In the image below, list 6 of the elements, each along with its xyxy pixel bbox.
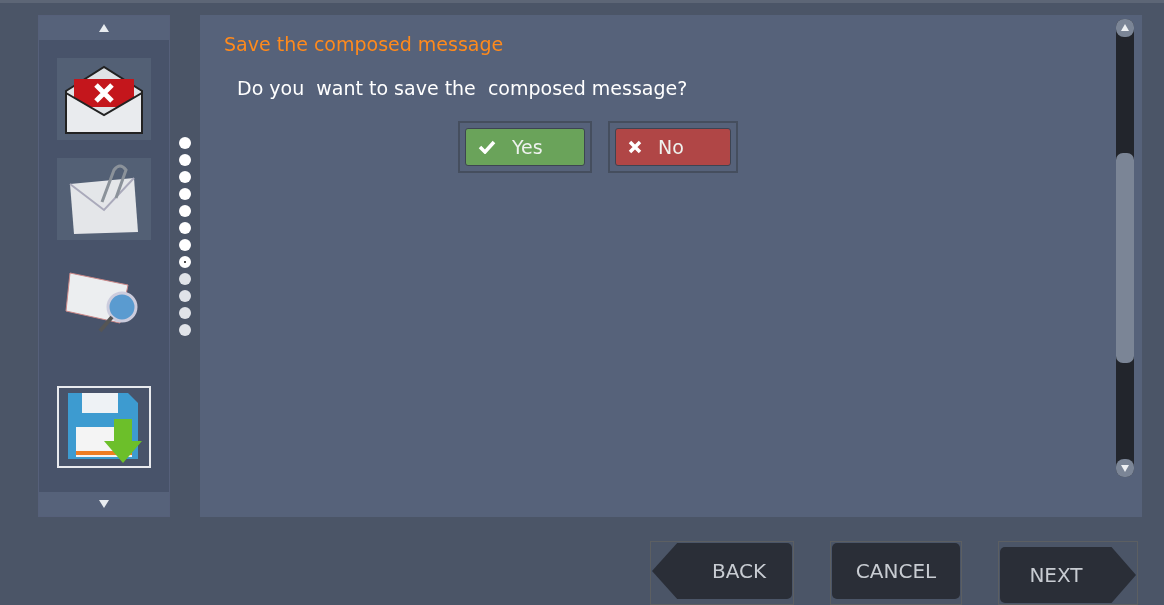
back-button[interactable]: BACK — [652, 543, 792, 599]
no-button[interactable]: No — [615, 128, 731, 166]
dialog-question: Do you want to save the composed message? — [237, 77, 689, 99]
dialog-title: Save the composed message — [224, 33, 505, 55]
next-button[interactable]: NEXT — [1000, 547, 1136, 603]
cancel-button[interactable]: CANCEL — [832, 543, 960, 599]
